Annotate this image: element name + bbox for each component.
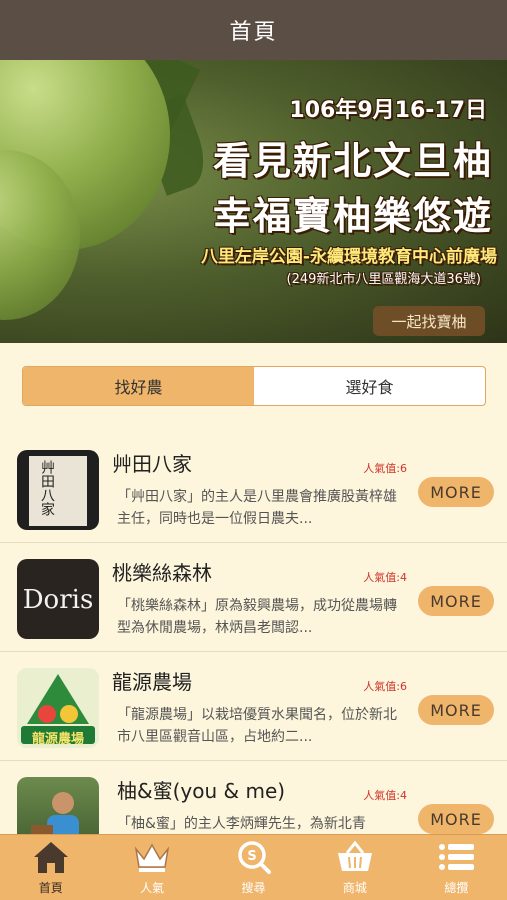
farm-thumbnail: 龍源農場 [17, 668, 99, 748]
banner-headline-1: 看見新北文旦柚 [212, 139, 493, 183]
search-icon: S [237, 841, 271, 874]
popularity-value: 人氣值:6 [363, 462, 407, 475]
farm-name: 龍源農場 [112, 670, 192, 694]
popularity-value: 人氣值:4 [363, 789, 407, 802]
list-item[interactable]: Doris 桃樂絲森林 人氣值:4 「桃樂絲森林」原為毅興農場，成功從農場轉型為… [0, 543, 507, 652]
thumb-calligraphy: 艸田八家 [39, 460, 55, 516]
tab-search[interactable]: S 搜尋 [203, 835, 304, 900]
banner-date: 106年9月16-17日 [289, 98, 487, 123]
popularity-value: 人氣值:6 [363, 680, 407, 693]
banner-address: (249新北市八里區觀海大道36號) [286, 272, 482, 287]
tab-shop[interactable]: 商城 [304, 835, 405, 900]
farm-description: 「艸田八家」的主人是八里農會推廣股黃梓雄主任，同時也是一位假日農夫... [117, 489, 397, 527]
top-bar: 首頁 [0, 0, 507, 60]
tab-find-farmer[interactable]: 找好農 [23, 367, 254, 405]
tab-label: 總攬 [444, 881, 469, 895]
tab-label: 商城 [342, 881, 367, 895]
tab-label: 首頁 [38, 881, 63, 895]
banner-cta-button[interactable]: 一起找寶柚 [373, 306, 485, 336]
more-button[interactable]: MORE [418, 695, 494, 725]
farm-name: 桃樂絲森林 [112, 561, 212, 585]
farm-thumbnail: Doris [17, 559, 99, 639]
banner-venue: 八里左岸公園-永續環境教育中心前廣場 [200, 247, 497, 267]
farm-name: 柚&蜜(you & me) [117, 779, 286, 803]
farm-list: 艸田八家 艸田八家 人氣值:6 「艸田八家」的主人是八里農會推廣股黃梓雄主任，同… [0, 434, 507, 870]
popularity-value: 人氣值:4 [363, 571, 407, 584]
farm-description: 「龍源農場」以栽培優質水果聞名，位於新北市八里區觀音山區，占地約二... [117, 707, 397, 745]
tab-label: 搜尋 [241, 881, 266, 895]
banner-headline-2: 幸福寶柚樂悠遊 [212, 194, 493, 238]
segment-control[interactable]: 找好農 選好食 [22, 366, 486, 406]
farm-description: 「桃樂絲森林」原為毅興農場，成功從農場轉型為休閒農場，林炳昌老闆認... [117, 598, 397, 636]
tab-popular[interactable]: 人氣 [101, 835, 202, 900]
farm-thumbnail: 艸田八家 [17, 450, 99, 530]
svg-text:S: S [247, 849, 256, 864]
home-icon [33, 842, 68, 873]
thumb-logo: Doris [22, 585, 94, 615]
tab-home[interactable]: 首頁 [0, 835, 101, 900]
menu-list-icon [439, 844, 475, 870]
more-button[interactable]: MORE [418, 804, 494, 834]
more-button[interactable]: MORE [418, 477, 494, 507]
banner-carousel[interactable]: 106年9月16-17日 看見新北文旦柚 幸福寶柚樂悠遊 八里左岸公園-永續環境… [0, 60, 507, 343]
bottom-tab-bar: 首頁 人氣 S 搜尋 商城 總攬 [0, 834, 507, 900]
list-item[interactable]: 龍源農場 龍源農場 人氣值:6 「龍源農場」以栽培優質水果聞名，位於新北市八里區… [0, 652, 507, 761]
page-title: 首頁 [229, 20, 278, 45]
list-item[interactable]: 艸田八家 艸田八家 人氣值:6 「艸田八家」的主人是八里農會推廣股黃梓雄主任，同… [0, 434, 507, 543]
tab-overview[interactable]: 總攬 [406, 835, 507, 900]
tab-choose-food[interactable]: 選好食 [254, 367, 485, 405]
tab-label: 人氣 [140, 881, 165, 895]
more-button[interactable]: MORE [418, 586, 494, 616]
crown-icon [134, 843, 170, 872]
basket-icon [337, 840, 372, 871]
thumb-label: 龍源農場 [31, 732, 84, 747]
farm-name: 艸田八家 [112, 452, 192, 476]
